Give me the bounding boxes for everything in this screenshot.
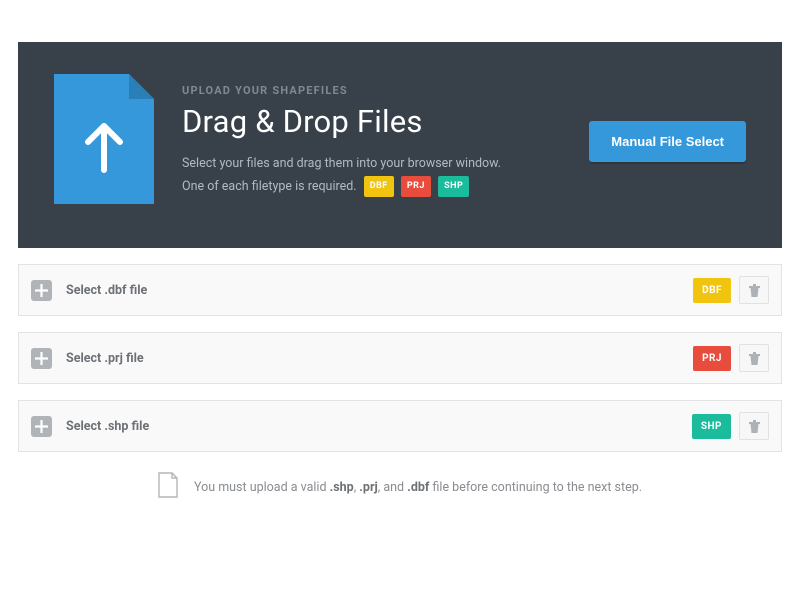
plus-icon — [31, 280, 52, 301]
plus-icon — [31, 416, 52, 437]
delete-button[interactable] — [739, 412, 769, 440]
file-row-shp[interactable]: Select .shp file SHP — [18, 400, 782, 452]
upload-document-icon — [54, 74, 154, 208]
tag-dbf: DBF — [364, 176, 394, 197]
tag-shp: SHP — [438, 176, 469, 197]
badge-prj: PRJ — [693, 346, 731, 371]
file-row-dbf[interactable]: Select .dbf file DBF — [18, 264, 782, 316]
row-label: Select .shp file — [66, 419, 692, 434]
tag-prj: PRJ — [401, 176, 431, 197]
hero-description: Select your files and drag them into you… — [182, 152, 561, 198]
badge-shp: SHP — [692, 414, 731, 439]
footer-text: You must upload a valid .shp, .prj, and … — [194, 480, 642, 495]
document-outline-icon — [158, 472, 178, 502]
delete-button[interactable] — [739, 344, 769, 372]
hero-desc-line2: One of each filetype is required. — [182, 179, 357, 194]
delete-button[interactable] — [739, 276, 769, 304]
file-rows: Select .dbf file DBF Select .prj file PR… — [18, 264, 782, 452]
hero-desc-line1: Select your files and drag them into you… — [182, 156, 501, 171]
footer-note: You must upload a valid .shp, .prj, and … — [18, 472, 782, 502]
row-label: Select .prj file — [66, 351, 693, 366]
badge-dbf: DBF — [693, 278, 731, 303]
upload-hero[interactable]: UPLOAD YOUR SHAPEFILES Drag & Drop Files… — [18, 42, 782, 248]
manual-file-select-button[interactable]: Manual File Select — [589, 121, 746, 162]
row-label: Select .dbf file — [66, 283, 693, 298]
hero-title: Drag & Drop Files — [182, 103, 561, 140]
hero-text: UPLOAD YOUR SHAPEFILES Drag & Drop Files… — [182, 84, 561, 198]
plus-icon — [31, 348, 52, 369]
file-row-prj[interactable]: Select .prj file PRJ — [18, 332, 782, 384]
hero-eyebrow: UPLOAD YOUR SHAPEFILES — [182, 84, 561, 97]
